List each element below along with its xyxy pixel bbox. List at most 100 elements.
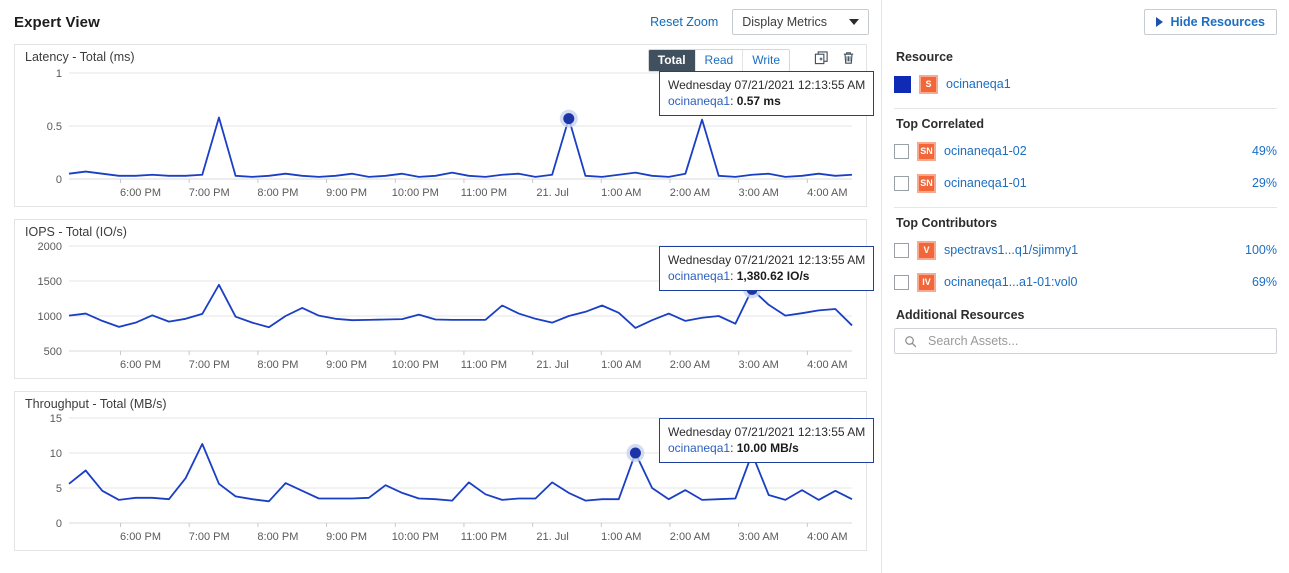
contribution-pct: 100% xyxy=(1245,243,1277,257)
section-title-top-contributors: Top Contributors xyxy=(896,216,1277,230)
chart-card-latency: Latency - Total (ms) 00.516:00 PM7:00 PM… xyxy=(14,44,867,207)
y-axis-tick-label: 1000 xyxy=(38,311,62,323)
tooltip-datetime: Wednesday 07/21/2021 12:13:55 AM xyxy=(668,77,865,93)
storage-badge-icon: S xyxy=(919,75,938,94)
y-axis-tick-label: 0 xyxy=(56,174,62,186)
reset-zoom-link[interactable]: Reset Zoom xyxy=(650,15,718,29)
x-axis-tick-label: 7:00 PM xyxy=(189,359,230,371)
resource-name-link[interactable]: ocinaneqa1 xyxy=(946,77,1011,91)
hide-resources-button[interactable]: Hide Resources xyxy=(1144,9,1277,35)
volume-badge-icon: V xyxy=(917,241,936,260)
chart-tooltip-throughput: Wednesday 07/21/2021 12:13:55 AM ocinane… xyxy=(659,418,874,463)
tooltip-series-name: ocinaneqa1 xyxy=(668,441,730,455)
y-axis-tick-label: 1 xyxy=(56,68,62,80)
search-assets-box[interactable] xyxy=(894,328,1277,354)
chart-plot-throughput[interactable]: 0510156:00 PM7:00 PM8:00 PM9:00 PM10:00 … xyxy=(15,392,866,555)
resource-checkbox[interactable] xyxy=(894,144,909,159)
resource-name-link[interactable]: spectravs1...q1/sjimmy1 xyxy=(944,243,1078,257)
chart-actions-latency xyxy=(814,50,856,65)
series-color-swatch xyxy=(894,76,911,93)
chart-card-iops: IOPS - Total (IO/s) 5001000150020006:00 … xyxy=(14,219,867,379)
chevron-down-icon xyxy=(849,19,859,25)
tooltip-value: 1,380.62 IO/s xyxy=(737,269,810,283)
x-axis-tick-label: 9:00 PM xyxy=(326,359,367,371)
x-axis-tick-label: 8:00 PM xyxy=(257,359,298,371)
chart-plot-iops[interactable]: 5001000150020006:00 PM7:00 PM8:00 PM9:00… xyxy=(15,220,866,383)
internal-volume-badge-icon: IV xyxy=(917,273,936,292)
x-axis-tick-label: 6:00 PM xyxy=(120,531,161,543)
storage-node-badge-icon: SN xyxy=(917,142,936,161)
resource-checkbox[interactable] xyxy=(894,243,909,258)
hide-resources-label: Hide Resources xyxy=(1171,15,1265,29)
resource-name-link[interactable]: ocinaneqa1...a1-01:vol0 xyxy=(944,275,1077,289)
metric-tab-read[interactable]: Read xyxy=(696,50,744,71)
search-input[interactable] xyxy=(926,333,1267,349)
page-toolbar: Expert View Reset Zoom Display Metrics xyxy=(0,0,881,44)
resource-checkbox[interactable] xyxy=(894,275,909,290)
caret-right-icon xyxy=(1156,17,1163,27)
x-axis-tick-label: 4:00 AM xyxy=(807,187,847,199)
resource-name-link[interactable]: ocinaneqa1-01 xyxy=(944,176,1027,190)
trash-icon[interactable] xyxy=(841,50,856,65)
list-item[interactable]: V spectravs1...q1/sjimmy1 100% xyxy=(894,236,1277,264)
x-axis-tick-label: 9:00 PM xyxy=(326,187,367,199)
x-axis-tick-label: 4:00 AM xyxy=(807,531,847,543)
tooltip-series-name: ocinaneqa1 xyxy=(668,269,730,283)
metric-tab-write[interactable]: Write xyxy=(743,50,789,71)
x-axis-tick-label: 6:00 PM xyxy=(120,359,161,371)
x-axis-tick-label: 21. Jul xyxy=(536,359,568,371)
x-axis-tick-label: 11:00 PM xyxy=(461,359,507,371)
x-axis-tick-label: 2:00 AM xyxy=(670,187,710,199)
resource-checkbox[interactable] xyxy=(894,176,909,191)
x-axis-tick-label: 4:00 AM xyxy=(807,359,847,371)
highlight-point xyxy=(563,113,574,124)
list-item[interactable]: IV ocinaneqa1...a1-01:vol0 69% xyxy=(894,268,1277,296)
charts-panel: Expert View Reset Zoom Display Metrics L… xyxy=(0,0,881,573)
tooltip-colon: : xyxy=(730,441,737,455)
y-axis-tick-label: 0.5 xyxy=(47,121,62,133)
x-axis-tick-label: 1:00 AM xyxy=(601,359,641,371)
x-axis-tick-label: 10:00 PM xyxy=(392,359,439,371)
correlation-pct: 49% xyxy=(1252,144,1277,158)
x-axis-tick-label: 2:00 AM xyxy=(670,359,710,371)
display-metrics-dropdown[interactable]: Display Metrics xyxy=(732,9,869,35)
toolbar-actions: Reset Zoom Display Metrics xyxy=(650,9,869,35)
display-metrics-label: Display Metrics xyxy=(742,15,827,29)
section-title-resource: Resource xyxy=(896,50,1277,64)
hide-resources-row: Hide Resources xyxy=(894,0,1277,44)
metric-tab-total[interactable]: Total xyxy=(649,50,696,71)
x-axis-tick-label: 10:00 PM xyxy=(392,187,439,199)
correlation-pct: 29% xyxy=(1252,176,1277,190)
resource-name-link[interactable]: ocinaneqa1-02 xyxy=(944,144,1027,158)
chart-card-throughput: Throughput - Total (MB/s) 0510156:00 PM7… xyxy=(14,391,867,551)
chart-tooltip-latency: Wednesday 07/21/2021 12:13:55 AM ocinane… xyxy=(659,71,874,116)
x-axis-tick-label: 3:00 AM xyxy=(738,187,778,199)
x-axis-tick-label: 9:00 PM xyxy=(326,531,367,543)
y-axis-tick-label: 5 xyxy=(56,483,62,495)
search-icon xyxy=(904,335,917,348)
metric-toggle-latency: Total Read Write xyxy=(648,49,790,72)
highlight-point xyxy=(630,448,641,459)
x-axis-tick-label: 8:00 PM xyxy=(257,187,298,199)
x-axis-tick-label: 1:00 AM xyxy=(601,531,641,543)
expand-icon[interactable] xyxy=(814,50,829,65)
x-axis-tick-label: 21. Jul xyxy=(536,187,568,199)
series-line xyxy=(69,285,852,328)
x-axis-tick-label: 2:00 AM xyxy=(670,531,710,543)
storage-node-badge-icon: SN xyxy=(917,174,936,193)
tooltip-value: 10.00 MB/s xyxy=(737,441,799,455)
x-axis-tick-label: 7:00 PM xyxy=(189,187,230,199)
y-axis-tick-label: 500 xyxy=(44,346,62,358)
list-item[interactable]: SN ocinaneqa1-01 29% xyxy=(894,169,1277,197)
x-axis-tick-label: 6:00 PM xyxy=(120,187,161,199)
resource-row-primary[interactable]: S ocinaneqa1 xyxy=(894,70,1277,98)
tooltip-value: 0.57 ms xyxy=(737,94,781,108)
tooltip-datetime: Wednesday 07/21/2021 12:13:55 AM xyxy=(668,252,865,268)
x-axis-tick-label: 3:00 AM xyxy=(738,359,778,371)
x-axis-tick-label: 8:00 PM xyxy=(257,531,298,543)
chart-svg: 0510156:00 PM7:00 PM8:00 PM9:00 PM10:00 … xyxy=(15,392,866,550)
x-axis-tick-label: 11:00 PM xyxy=(461,187,507,199)
x-axis-tick-label: 21. Jul xyxy=(536,531,568,543)
contribution-pct: 69% xyxy=(1252,275,1277,289)
list-item[interactable]: SN ocinaneqa1-02 49% xyxy=(894,137,1277,165)
